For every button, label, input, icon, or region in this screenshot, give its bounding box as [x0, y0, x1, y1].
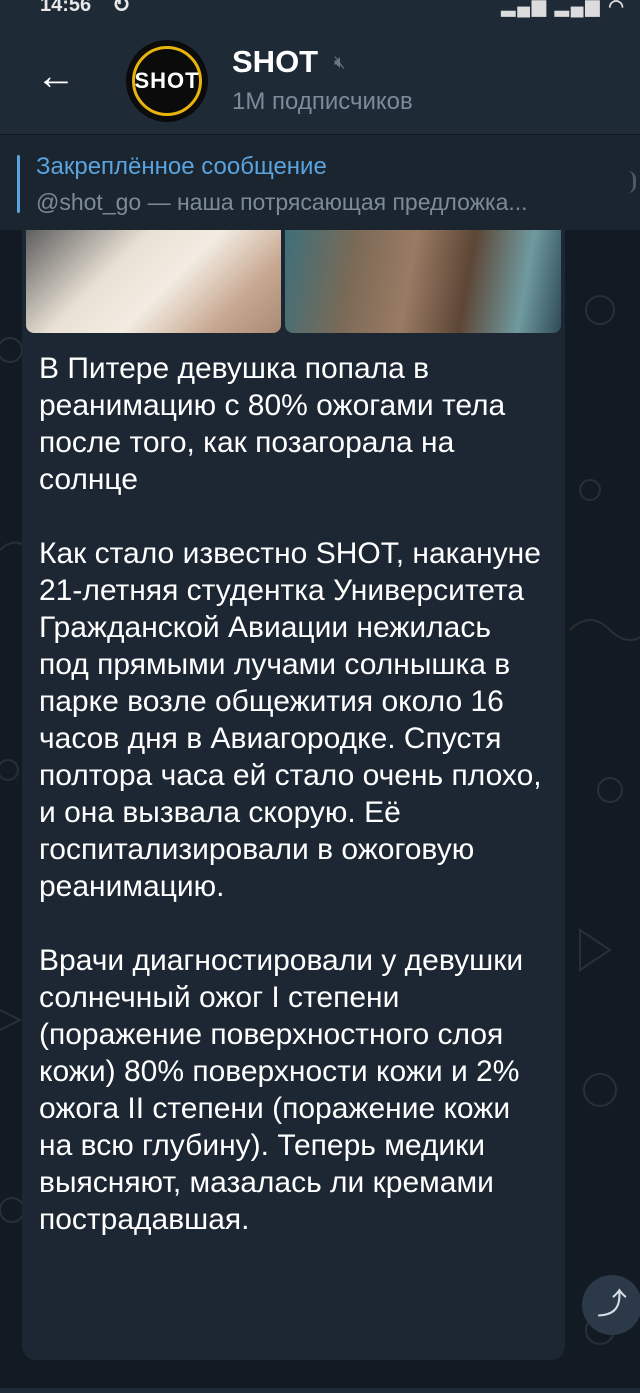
chat-area: В Питере девушка попала в реанимацию с 8…: [0, 230, 640, 1393]
chat-header: ← SHOT SHOT 🔇︎ 1M подписчиков: [0, 22, 640, 134]
status-bar: 14:56 ↻ ▂▄▆ ▂▄▆ ◠: [0, 0, 640, 22]
avatar-logo-text: SHOT: [134, 68, 200, 93]
message-text: В Питере девушка попала в реанимацию с 8…: [39, 352, 542, 1236]
message-photo[interactable]: [285, 230, 561, 333]
sync-icon: ↻: [112, 0, 131, 17]
mute-icon: 🔇︎: [334, 52, 346, 72]
message-photo[interactable]: [26, 230, 281, 333]
subscribers-count: 1M подписчиков: [232, 88, 413, 115]
status-time: 14:56: [40, 0, 92, 16]
channel-avatar[interactable]: SHOT: [126, 40, 208, 122]
channel-title[interactable]: SHOT: [232, 44, 318, 80]
pinned-close-icon[interactable]: [621, 171, 636, 193]
pinned-title: Закреплённое сообщение: [36, 153, 327, 180]
signal-wifi-icons: ▂▄▆ ▂▄▆ ◠: [501, 0, 626, 16]
pinned-text: @shot_go — наша потрясающая предложка...: [36, 189, 528, 215]
pinned-accent-line: [17, 155, 20, 213]
bottom-strip: [0, 1388, 640, 1393]
share-icon[interactable]: ⤴: [582, 1275, 640, 1335]
back-arrow-icon[interactable]: ←: [36, 56, 76, 96]
message-bubble: В Питере девушка попала в реанимацию с 8…: [22, 230, 565, 1360]
pinned-message-bar[interactable]: Закреплённое сообщение @shot_go — наша п…: [0, 134, 640, 231]
